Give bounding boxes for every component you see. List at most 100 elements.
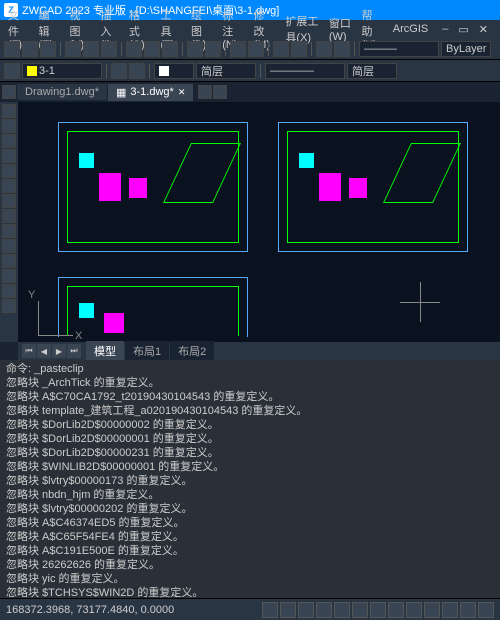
lwt-toggle-icon[interactable]: [370, 602, 386, 618]
layer-color-icon: [27, 66, 37, 76]
tool-button[interactable]: [334, 41, 350, 57]
tab-new-icon[interactable]: [213, 85, 227, 99]
dyn-toggle-icon[interactable]: [388, 602, 404, 618]
tool-button[interactable]: [129, 63, 145, 79]
text-tool-icon[interactable]: [2, 224, 16, 238]
cmd-output: 忽略块 $DorLib2D$00000002 的重复定义。: [6, 418, 494, 432]
drawing-block-1[interactable]: [58, 122, 248, 252]
circle-tool-icon[interactable]: [2, 134, 16, 148]
tab-layout2[interactable]: 布局2: [170, 341, 214, 361]
cmd-text: _pasteclip: [34, 363, 84, 375]
tab-last-icon[interactable]: ⏭: [67, 344, 81, 358]
model-toggle-icon[interactable]: [406, 602, 422, 618]
room-block: [129, 178, 147, 198]
layer-dd2-dropdown[interactable]: 简层: [347, 63, 397, 79]
print-button[interactable]: [65, 41, 81, 57]
separator: [149, 64, 150, 78]
cmd-output: 忽略块 A$C65F54FE4 的重复定义。: [6, 530, 494, 544]
dimension-tool-icon[interactable]: [2, 239, 16, 253]
ellipse-tool-icon[interactable]: [2, 194, 16, 208]
tool-button[interactable]: [111, 63, 127, 79]
current-layer-name: 3-1: [39, 65, 55, 77]
tab-first-icon[interactable]: ⏮: [22, 344, 36, 358]
open-button[interactable]: [22, 41, 38, 57]
linetype-dropdown[interactable]: ————: [265, 63, 345, 79]
separator: [311, 42, 312, 56]
tab-model[interactable]: 模型: [86, 341, 124, 361]
cmd-prompt: 命令:: [6, 363, 31, 375]
rotate-tool-icon[interactable]: [2, 284, 16, 298]
doc-tab-drawing1[interactable]: Drawing1.dwg*: [17, 84, 107, 100]
move-tool-icon[interactable]: [2, 254, 16, 268]
menu-window[interactable]: 窗口(W): [325, 15, 356, 43]
doc-tab-3-1[interactable]: ▦ 3-1.dwg* ✕: [108, 84, 193, 101]
room-block: [299, 153, 314, 168]
tool-button[interactable]: [291, 41, 307, 57]
status-button[interactable]: [424, 602, 440, 618]
color-dropdown[interactable]: [154, 63, 194, 79]
snap-toggle-icon[interactable]: [262, 602, 278, 618]
room-block: [79, 303, 94, 318]
menu-arcgis[interactable]: ArcGIS: [389, 23, 432, 35]
undo-button[interactable]: [83, 41, 99, 57]
tab-home-icon[interactable]: [2, 85, 16, 99]
close-icon[interactable]: ✕: [178, 87, 186, 98]
mdi-max-icon[interactable]: ▭: [454, 23, 472, 36]
coordinates-display: 168372.3968, 73177.4840, 0.0000: [6, 604, 174, 616]
polar-toggle-icon[interactable]: [316, 602, 332, 618]
grid-toggle-icon[interactable]: [280, 602, 296, 618]
cmd-output: 忽略块 $DorLib2D$00000231 的重复定义。: [6, 446, 494, 460]
tool-button[interactable]: [248, 41, 264, 57]
redo-button[interactable]: [101, 41, 117, 57]
status-button[interactable]: [442, 602, 458, 618]
tab-list-icon[interactable]: [198, 85, 212, 99]
tab-next-icon[interactable]: ▶: [52, 344, 66, 358]
save-button[interactable]: [40, 41, 56, 57]
rectangle-tool-icon[interactable]: [2, 164, 16, 178]
osnap-toggle-icon[interactable]: [334, 602, 350, 618]
drawing-block-3[interactable]: [58, 277, 248, 337]
ortho-toggle-icon[interactable]: [298, 602, 314, 618]
line-tool-icon[interactable]: [2, 104, 16, 118]
cmd-output: 忽略块 $lvtry$00000173 的重复定义。: [6, 474, 494, 488]
cmd-output: 忽略块 nbdn_hjm 的重复定义。: [6, 488, 494, 502]
separator: [268, 42, 269, 56]
paste-button[interactable]: [162, 41, 178, 57]
tool-button[interactable]: [316, 41, 332, 57]
bylayer-dropdown[interactable]: ByLayer: [441, 41, 491, 57]
separator: [60, 42, 61, 56]
tool-button[interactable]: [230, 41, 246, 57]
cmd-output: 忽略块 A$C70CA1792_t20190430104543 的重复定义。: [6, 390, 494, 404]
copy-tool-icon[interactable]: [2, 269, 16, 283]
command-window[interactable]: 命令: _pasteclip 忽略块 _ArchTick 的重复定义。 忽略块 …: [0, 360, 500, 598]
separator: [260, 64, 261, 78]
cut-button[interactable]: [126, 41, 142, 57]
drawing-viewport[interactable]: Y X: [18, 102, 500, 342]
toolbar-layers: 3-1 简层 ———— 简层: [0, 60, 500, 82]
status-button[interactable]: [478, 602, 494, 618]
arc-tool-icon[interactable]: [2, 149, 16, 163]
tab-layout1[interactable]: 布局1: [125, 341, 169, 361]
tab-prev-icon[interactable]: ◀: [37, 344, 51, 358]
scale-tool-icon[interactable]: [2, 299, 16, 313]
cmd-output: 忽略块 26262626 的重复定义。: [6, 558, 494, 572]
otrack-toggle-icon[interactable]: [352, 602, 368, 618]
separator: [182, 42, 183, 56]
left-tool-palette: [0, 102, 18, 342]
zoom-button[interactable]: [187, 41, 203, 57]
tool-button[interactable]: [273, 41, 289, 57]
layer-filter-dropdown[interactable]: 简层: [196, 63, 256, 79]
mdi-close-icon[interactable]: ✕: [475, 23, 492, 36]
hatch-tool-icon[interactable]: [2, 209, 16, 223]
lineweight-dropdown[interactable]: ———: [359, 41, 439, 57]
drawing-block-2[interactable]: [278, 122, 468, 252]
polygon-tool-icon[interactable]: [2, 179, 16, 193]
new-button[interactable]: [4, 41, 20, 57]
copy-button[interactable]: [144, 41, 160, 57]
polyline-tool-icon[interactable]: [2, 119, 16, 133]
pan-button[interactable]: [205, 41, 221, 57]
current-layer-dropdown[interactable]: 3-1: [22, 63, 102, 79]
layer-icon[interactable]: [4, 63, 20, 79]
mdi-min-icon[interactable]: –: [438, 23, 452, 36]
status-button[interactable]: [460, 602, 476, 618]
